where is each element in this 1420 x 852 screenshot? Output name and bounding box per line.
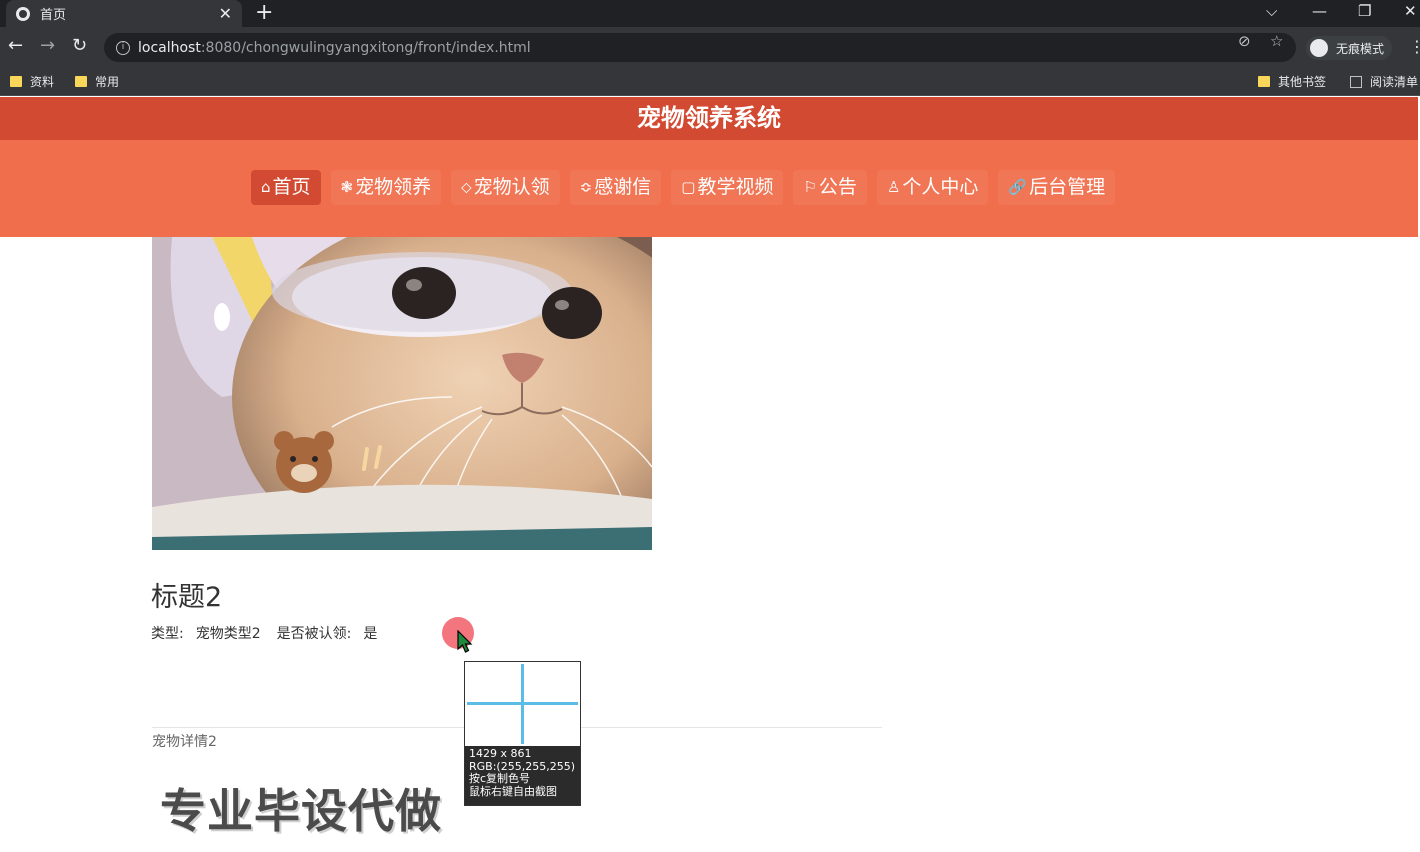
address-bar[interactable]: i localhost:8080/chongwulingyangxitong/f…: [104, 33, 1296, 62]
close-tab-icon[interactable]: ✕: [219, 5, 232, 22]
back-icon[interactable]: ←: [8, 36, 23, 56]
url-path: :8080/chongwulingyangxitong/front/index.…: [200, 39, 531, 56]
tab-search-icon[interactable]: ⌵: [1266, 2, 1277, 20]
nav-item-home[interactable]: ⌂ 首页: [251, 170, 321, 205]
nav-label: 宠物认领: [473, 176, 550, 198]
minimize-button[interactable]: —: [1312, 2, 1327, 20]
crosshair-vertical: [521, 664, 524, 744]
home-icon: ⌂: [261, 178, 271, 196]
close-window-button[interactable]: ✕: [1404, 2, 1417, 20]
pet-photo: [152, 237, 652, 550]
cat-image: [152, 237, 652, 550]
nav-item-user-center[interactable]: ♙ 个人中心: [876, 170, 989, 205]
other-bookmarks-label: 其他书签: [1278, 75, 1327, 89]
tab-title: 首页: [40, 8, 67, 23]
browser-tab-bar: 首页 ✕ + ⌵ — ❐ ✕: [0, 0, 1420, 27]
globe-icon: [16, 6, 30, 21]
nav-item-tutorial-videos[interactable]: ▢ 教学视频: [671, 170, 784, 205]
other-bookmarks[interactable]: 其他书签: [1258, 73, 1326, 90]
reading-list[interactable]: 阅读清单: [1350, 73, 1418, 90]
nav-label: 感谢信: [594, 176, 652, 198]
reading-list-icon: [1350, 75, 1362, 88]
type-value: 宠物类型2: [195, 626, 261, 642]
restore-button[interactable]: ❐: [1358, 2, 1371, 20]
site-info-icon[interactable]: i: [116, 40, 130, 55]
incognito-badge[interactable]: 无痕模式: [1306, 36, 1392, 60]
claimed-value: 是: [363, 626, 378, 642]
nav-item-pet-claim[interactable]: ⬦ 宠物认领: [451, 170, 560, 205]
folder-icon: [10, 76, 22, 87]
site-title: 宠物领养系统: [637, 104, 781, 132]
sliders-icon: ≎: [579, 178, 593, 196]
pet-meta: 类型: 宠物类型2 是否被认领: 是: [151, 623, 381, 643]
nav-item-thank-you-letter[interactable]: ≎ 感谢信: [569, 170, 662, 205]
video-icon: ▢: [681, 178, 696, 196]
nav-item-pet-adoption[interactable]: ❃ 宠物领养: [330, 170, 442, 205]
bookmark-label: 资料: [30, 75, 55, 89]
eye-off-icon[interactable]: ⊘: [1238, 32, 1251, 50]
nav-label: 教学视频: [697, 176, 774, 198]
incognito-label: 无痕模式: [1336, 41, 1385, 56]
screenshot-magnifier: 1429 x 861 RGB:(255,255,255) 按c复制色号 鼠标右键…: [464, 661, 581, 806]
nav-list: ⌂ 首页 ❃ 宠物领养 ⬦ 宠物认领 ≎ 感谢信 ▢ 教学视频 ⚐ 公告 ♙ 个人中心 🔗 后台…: [251, 170, 1125, 205]
nav-item-admin[interactable]: 🔗 后台管理: [998, 170, 1116, 205]
new-tab-button[interactable]: +: [255, 2, 273, 24]
star-icon[interactable]: ☆: [1270, 32, 1283, 50]
nav-label: 公告: [818, 176, 857, 198]
nav-label: 宠物领养: [355, 176, 432, 198]
main-navigation: ⌂ 首页 ❃ 宠物领养 ⬦ 宠物认领 ≎ 感谢信 ▢ 教学视频 ⚐ 公告 ♙ 个人中心 🔗 后台…: [0, 140, 1418, 237]
folder-icon: [1258, 76, 1270, 87]
watermark-text: 专业毕设代做: [160, 784, 442, 838]
mouse-cursor-icon: [457, 630, 473, 653]
reading-list-label: 阅读清单: [1370, 75, 1419, 89]
bookmark-label: 常用: [95, 75, 120, 89]
page-content: 宠物领养系统 ⌂ 首页 ❃ 宠物领养 ⬦ 宠物认领 ≎ 感谢信 ▢ 教学视频 ⚐ 公告 ♙ 个…: [0, 97, 1420, 852]
copy-color-hint: 按c复制色号: [469, 772, 531, 785]
nav-label: 后台管理: [1029, 176, 1106, 198]
more-menu-icon[interactable]: ⋮: [1409, 37, 1420, 56]
nav-label: 个人中心: [902, 176, 979, 198]
folder-icon: [75, 76, 87, 87]
tag-icon: ⬦: [461, 178, 472, 196]
user-icon: ♙: [886, 178, 901, 196]
flag-icon: ⚐: [803, 178, 817, 196]
browser-tab[interactable]: 首页 ✕: [6, 0, 242, 27]
bookmarks-bar: 资料 常用 其他书签 阅读清单: [0, 67, 1420, 96]
url-host: localhost: [138, 39, 201, 56]
nav-item-announcements[interactable]: ⚐ 公告: [793, 170, 867, 205]
incognito-icon: [1310, 39, 1328, 57]
pet-title: 标题2: [151, 582, 223, 613]
claimed-label: 是否被认领:: [276, 626, 352, 642]
magnifier-info: 1429 x 861 RGB:(255,255,255) 按c复制色号 鼠标右键…: [465, 746, 580, 805]
site-header: 宠物领养系统: [0, 97, 1418, 140]
flower-icon: ❃: [340, 178, 354, 196]
browser-toolbar: ← → ↻ i localhost:8080/chongwulingyangxi…: [0, 27, 1420, 67]
type-label: 类型:: [151, 626, 184, 642]
nav-label: 首页: [272, 176, 311, 198]
link-icon: 🔗: [1008, 178, 1028, 196]
bookmark-folder[interactable]: 常用: [75, 73, 119, 90]
reload-icon[interactable]: ↻: [72, 36, 87, 56]
pet-description: 宠物详情2: [152, 734, 217, 750]
forward-icon[interactable]: →: [40, 36, 55, 56]
capture-size: 1429 x 861: [469, 747, 532, 760]
bookmark-folder[interactable]: 资料: [10, 73, 54, 90]
capture-hint: 鼠标右键自由截图: [469, 784, 557, 798]
